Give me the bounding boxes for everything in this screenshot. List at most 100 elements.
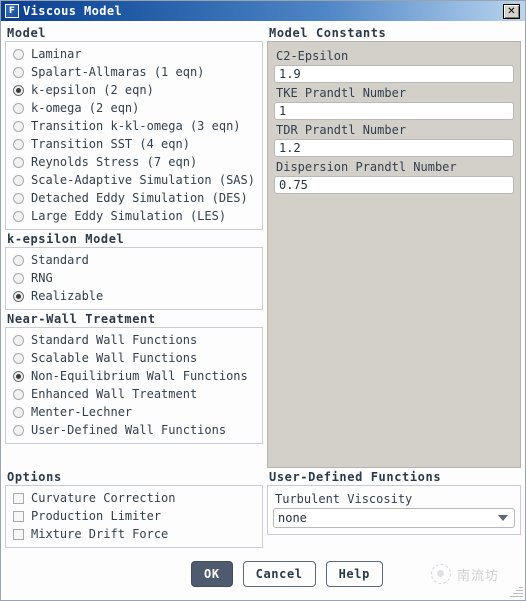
radio-indicator xyxy=(13,192,24,204)
radio-indicator xyxy=(13,290,24,302)
cancel-button[interactable]: Cancel xyxy=(242,561,316,587)
radio-indicator xyxy=(13,334,24,346)
radio-label: Non-Equilibrium Wall Functions xyxy=(31,369,248,383)
radio-label: Spalart-Allmaras (1 eqn) xyxy=(31,65,205,79)
radio-reynolds-stress[interactable]: Reynolds Stress (7 eqn) xyxy=(10,153,258,171)
radio-k-epsilon[interactable]: k-epsilon (2 eqn) xyxy=(10,81,258,99)
tke-prandtl-number-input[interactable] xyxy=(274,102,514,120)
radio-indicator xyxy=(13,102,24,114)
udf-group-title: User-Defined Functions xyxy=(269,470,442,484)
title-bar: F Viscous Model ✕ xyxy=(1,1,525,21)
options-group-box: Curvature Correction Production Limiter … xyxy=(5,485,263,548)
checkbox-label: Mixture Drift Force xyxy=(31,527,169,541)
radio-label: Standard Wall Functions xyxy=(31,333,198,347)
right-column: Model Constants C2-Epsilon TKE Prandtl N… xyxy=(263,24,521,468)
radio-scalable-wall-functions[interactable]: Scalable Wall Functions xyxy=(10,349,258,367)
radio-label: Reynolds Stress (7 eqn) xyxy=(31,155,198,169)
radio-label: Detached Eddy Simulation (DES) xyxy=(31,191,248,205)
radio-indicator xyxy=(13,406,24,418)
radio-enhanced-wall-treatment[interactable]: Enhanced Wall Treatment xyxy=(10,385,258,403)
radio-indicator xyxy=(13,210,24,222)
viscous-model-dialog: F Viscous Model ✕ Model Laminar Spalart-… xyxy=(0,0,526,601)
radio-label: Enhanced Wall Treatment xyxy=(31,387,198,401)
dialog-footer: OK Cancel Help 南流坊 xyxy=(1,548,525,600)
radio-label: RNG xyxy=(31,271,53,285)
radio-label: User-Defined Wall Functions xyxy=(31,423,227,437)
tke-prandtl-number-label: TKE Prandtl Number xyxy=(276,86,407,100)
checkbox-indicator xyxy=(13,510,24,522)
c2-epsilon-input[interactable] xyxy=(274,65,514,83)
radio-indicator xyxy=(13,174,24,186)
c2-epsilon-label: C2-Epsilon xyxy=(276,49,349,63)
radio-rng[interactable]: RNG xyxy=(10,269,258,287)
constants-group-title: Model Constants xyxy=(269,26,387,40)
fluent-app-icon: F xyxy=(5,4,19,18)
watermark-text: 南流坊 xyxy=(456,568,499,584)
radio-label: Large Eddy Simulation (LES) xyxy=(31,209,227,223)
nearwall-group-title: Near-Wall Treatment xyxy=(7,312,156,326)
checkbox-production-limiter[interactable]: Production Limiter xyxy=(10,507,258,525)
radio-indicator xyxy=(13,84,24,96)
nearwall-group-box: Standard Wall Functions Scalable Wall Fu… xyxy=(5,327,263,444)
window-title: Viscous Model xyxy=(23,4,123,18)
radio-transition-sst[interactable]: Transition SST (4 eqn) xyxy=(10,135,258,153)
checkbox-indicator xyxy=(13,528,24,540)
udf-column: User-Defined Functions Turbulent Viscosi… xyxy=(263,468,521,548)
radio-label: Realizable xyxy=(31,289,104,303)
radio-detached-eddy-simulation[interactable]: Detached Eddy Simulation (DES) xyxy=(10,189,258,207)
model-constants-panel: C2-Epsilon TKE Prandtl Number TDR Prandt… xyxy=(267,41,521,468)
radio-large-eddy-simulation[interactable]: Large Eddy Simulation (LES) xyxy=(10,207,258,225)
radio-label: Scale-Adaptive Simulation (SAS) xyxy=(31,173,255,187)
radio-indicator xyxy=(13,370,24,382)
radio-indicator xyxy=(13,156,24,168)
tdr-prandtl-number-label: TDR Prandtl Number xyxy=(276,123,407,137)
radio-scale-adaptive-simulation[interactable]: Scale-Adaptive Simulation (SAS) xyxy=(10,171,258,189)
left-column: Model Laminar Spalart-Allmaras (1 eqn) k… xyxy=(5,24,263,468)
dialog-content: Model Laminar Spalart-Allmaras (1 eqn) k… xyxy=(1,21,525,468)
radio-user-defined-wall-functions[interactable]: User-Defined Wall Functions xyxy=(10,421,258,439)
radio-indicator xyxy=(13,272,24,284)
radio-label: Scalable Wall Functions xyxy=(31,351,198,365)
tdr-prandtl-number-input[interactable] xyxy=(274,139,514,157)
turbulent-viscosity-select[interactable]: none xyxy=(273,508,515,528)
dispersion-prandtl-number-input[interactable] xyxy=(274,176,514,194)
radio-label: Menter-Lechner xyxy=(31,405,133,419)
radio-label: Laminar xyxy=(31,47,82,61)
watermark-logo-icon xyxy=(430,564,451,584)
radio-label: Transition SST (4 eqn) xyxy=(31,137,190,151)
radio-non-equilibrium-wall-functions[interactable]: Non-Equilibrium Wall Functions xyxy=(10,367,258,385)
radio-standard-wall-functions[interactable]: Standard Wall Functions xyxy=(10,331,258,349)
resize-grip[interactable] xyxy=(509,584,523,598)
radio-indicator xyxy=(13,352,24,364)
watermark: 南流坊 xyxy=(430,564,499,584)
kepsilon-group-title: k-epsilon Model xyxy=(7,232,125,246)
radio-k-omega[interactable]: k-omega (2 eqn) xyxy=(10,99,258,117)
dispersion-prandtl-number-label: Dispersion Prandtl Number xyxy=(276,160,457,174)
kepsilon-group-box: Standard RNG Realizable xyxy=(5,247,263,310)
radio-label: Standard xyxy=(31,253,89,267)
radio-indicator xyxy=(13,138,24,150)
checkbox-mixture-drift-force[interactable]: Mixture Drift Force xyxy=(10,525,258,543)
radio-menter-lechner[interactable]: Menter-Lechner xyxy=(10,403,258,421)
radio-transition-k-kl-omega[interactable]: Transition k-kl-omega (3 eqn) xyxy=(10,117,258,135)
options-group-title: Options xyxy=(7,470,62,484)
options-column: Options Curvature Correction Production … xyxy=(5,468,263,548)
checkbox-curvature-correction[interactable]: Curvature Correction xyxy=(10,489,258,507)
radio-spalart-allmaras[interactable]: Spalart-Allmaras (1 eqn) xyxy=(10,63,258,81)
checkbox-indicator xyxy=(13,492,24,504)
close-icon[interactable]: ✕ xyxy=(503,3,520,19)
radio-laminar[interactable]: Laminar xyxy=(10,45,258,63)
radio-indicator xyxy=(13,66,24,78)
radio-label: k-omega (2 eqn) xyxy=(31,101,140,115)
radio-label: Transition k-kl-omega (3 eqn) xyxy=(31,119,241,133)
bottom-row: Options Curvature Correction Production … xyxy=(1,468,525,548)
ok-button[interactable]: OK xyxy=(191,561,233,587)
radio-standard[interactable]: Standard xyxy=(10,251,258,269)
radio-realizable[interactable]: Realizable xyxy=(10,287,258,305)
radio-indicator xyxy=(13,120,24,132)
radio-indicator xyxy=(13,388,24,400)
chevron-down-icon xyxy=(498,515,508,521)
model-group-title: Model xyxy=(7,26,47,40)
help-button[interactable]: Help xyxy=(325,561,383,587)
radio-indicator xyxy=(13,424,24,436)
